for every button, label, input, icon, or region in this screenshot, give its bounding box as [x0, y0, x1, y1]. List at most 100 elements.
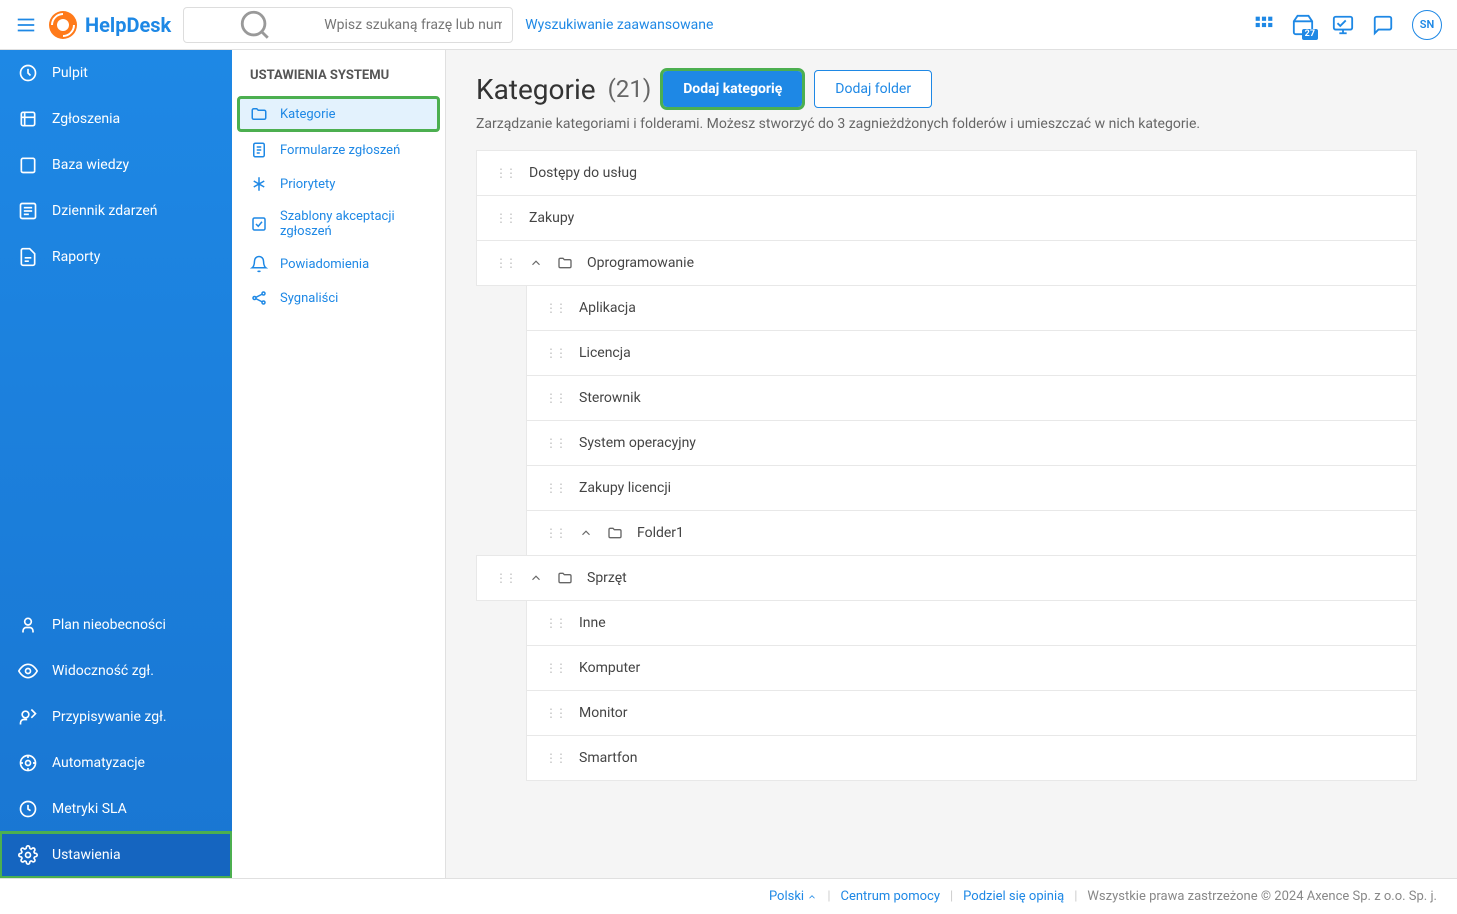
category-label: Inne — [579, 615, 606, 631]
category-row[interactable]: ⋮⋮ Sprzęt — [476, 555, 1417, 601]
sidebar-item-dziennik-zdarzeń[interactable]: Dziennik zdarzeń — [0, 188, 232, 234]
drag-handle-icon[interactable]: ⋮⋮ — [545, 481, 565, 495]
sidebar-item-baza-wiedzy[interactable]: Baza wiedzy — [0, 142, 232, 188]
drag-handle-icon[interactable]: ⋮⋮ — [545, 391, 565, 405]
category-label: Zakupy licencji — [579, 480, 671, 496]
category-label: Smartfon — [579, 750, 637, 766]
sidebar-item-ustawienia[interactable]: Ustawienia — [0, 832, 232, 878]
folder-icon — [557, 255, 573, 271]
category-label: Sprzęt — [587, 570, 627, 586]
drag-handle-icon[interactable]: ⋮⋮ — [495, 166, 515, 180]
feedback-link[interactable]: Podziel się opinią — [963, 889, 1064, 904]
settings-item-powiadomienia[interactable]: Powiadomienia — [232, 247, 445, 281]
inbox-icon[interactable]: 27 — [1292, 14, 1314, 36]
sidebar-icon — [18, 661, 38, 681]
category-row[interactable]: ⋮⋮ Dostępy do usług — [476, 150, 1417, 196]
drag-handle-icon[interactable]: ⋮⋮ — [545, 436, 565, 450]
settings-item-priorytety[interactable]: Priorytety — [232, 167, 445, 201]
category-row[interactable]: ⋮⋮ Smartfon — [526, 735, 1417, 781]
add-category-button[interactable]: Dodaj kategorię — [663, 71, 802, 107]
category-row[interactable]: ⋮⋮ Oprogramowanie — [476, 240, 1417, 286]
drag-handle-icon[interactable]: ⋮⋮ — [545, 301, 565, 315]
category-row[interactable]: ⋮⋮ Licencja — [526, 330, 1417, 376]
chat-icon[interactable] — [1372, 14, 1394, 36]
drag-handle-icon[interactable]: ⋮⋮ — [495, 571, 515, 585]
chevron-up-icon[interactable] — [529, 571, 543, 585]
drag-handle-icon[interactable]: ⋮⋮ — [495, 256, 515, 270]
category-label: Sterownik — [579, 390, 641, 406]
category-row[interactable]: ⋮⋮ System operacyjny — [526, 420, 1417, 466]
main-content: Kategorie (21) Dodaj kategorię Dodaj fol… — [446, 50, 1457, 878]
advanced-search-link[interactable]: Wyszukiwanie zaawansowane — [525, 17, 713, 33]
sidebar-item-raporty[interactable]: Raporty — [0, 234, 232, 280]
chevron-up-icon[interactable] — [529, 256, 543, 270]
category-row[interactable]: ⋮⋮Komputer — [526, 645, 1417, 691]
category-label: Zakupy — [529, 210, 574, 226]
settings-icon — [250, 215, 268, 233]
sidebar-item-pulpit[interactable]: Pulpit — [0, 50, 232, 96]
settings-icon — [250, 289, 268, 307]
inbox-badge: 27 — [1302, 29, 1318, 40]
monitor-icon[interactable] — [1332, 14, 1354, 36]
footer: Polski | Centrum pomocy | Podziel się op… — [0, 878, 1457, 914]
search-box[interactable] — [183, 7, 513, 43]
settings-item-sygnaliści[interactable]: Sygnaliści — [232, 281, 445, 315]
sidebar-item-automatyzacje[interactable]: Automatyzacje — [0, 740, 232, 786]
sidebar-item-zgłoszenia[interactable]: Zgłoszenia — [0, 96, 232, 142]
category-label: Licencja — [579, 345, 631, 361]
category-label: Oprogramowanie — [587, 255, 694, 271]
drag-handle-icon[interactable]: ⋮⋮ — [545, 661, 565, 675]
search-input[interactable] — [324, 17, 502, 33]
category-list: ⋮⋮ Dostępy do usług ⋮⋮ Zakupy ⋮⋮ Oprogramowan… — [476, 150, 1427, 858]
sidebar-icon — [18, 753, 38, 773]
sidebar-icon — [18, 63, 38, 83]
category-label: System operacyjny — [579, 435, 696, 451]
apps-grid-icon[interactable] — [1254, 15, 1274, 35]
category-row[interactable]: ⋮⋮Folder1 — [526, 510, 1417, 556]
language-selector[interactable]: Polski — [769, 889, 817, 904]
sidebar-icon — [18, 615, 38, 635]
sidebar-item-widoczność-zgł-[interactable]: Widoczność zgł. — [0, 648, 232, 694]
sidebar-icon — [18, 707, 38, 727]
help-center-link[interactable]: Centrum pomocy — [841, 889, 940, 904]
chevron-up-icon[interactable] — [579, 526, 593, 540]
sidebar-item-przypisywanie-zgł-[interactable]: Przypisywanie zgł. — [0, 694, 232, 740]
category-row[interactable]: ⋮⋮ Zakupy — [476, 195, 1417, 241]
category-label: Aplikacja — [579, 300, 636, 316]
app-name: HelpDesk — [85, 13, 171, 37]
settings-item-kategorie[interactable]: Kategorie — [238, 97, 439, 131]
logo[interactable]: HelpDesk — [49, 11, 171, 39]
settings-item-szablony-akceptacji-zgłoszeń[interactable]: Szablony akceptacji zgłoszeń — [232, 201, 445, 247]
drag-handle-icon[interactable]: ⋮⋮ — [545, 706, 565, 720]
hamburger-menu[interactable] — [15, 14, 37, 36]
drag-handle-icon[interactable]: ⋮⋮ — [545, 616, 565, 630]
user-avatar[interactable]: SN — [1412, 10, 1442, 40]
chevron-up-icon — [807, 892, 817, 902]
sidebar-icon — [18, 799, 38, 819]
category-row[interactable]: ⋮⋮Monitor — [526, 690, 1417, 736]
sidebar-icon — [18, 247, 38, 267]
drag-handle-icon[interactable]: ⋮⋮ — [495, 211, 515, 225]
category-row[interactable]: ⋮⋮ Aplikacja — [526, 285, 1417, 331]
settings-panel-title: USTAWIENIA SYSTEMU — [232, 68, 445, 95]
folder-icon — [557, 570, 573, 586]
category-row[interactable]: ⋮⋮ Zakupy licencji — [526, 465, 1417, 511]
copyright: Wszystkie prawa zastrzeżone © 2024 Axenc… — [1087, 889, 1437, 904]
add-folder-button[interactable]: Dodaj folder — [814, 70, 932, 108]
folder-icon — [607, 525, 623, 541]
drag-handle-icon[interactable]: ⋮⋮ — [545, 526, 565, 540]
settings-item-formularze-zgłoszeń[interactable]: Formularze zgłoszeń — [232, 133, 445, 167]
sidebar-item-plan-nieobecności[interactable]: Plan nieobecności — [0, 602, 232, 648]
topbar: HelpDesk Wyszukiwanie zaawansowane 27 SN — [0, 0, 1457, 50]
page-title: Kategorie — [476, 73, 596, 106]
page-count: (21) — [608, 75, 652, 103]
category-row[interactable]: ⋮⋮ Inne — [526, 600, 1417, 646]
sidebar-icon — [18, 845, 38, 865]
drag-handle-icon[interactable]: ⋮⋮ — [545, 751, 565, 765]
sidebar-item-metryki-sla[interactable]: Metryki SLA — [0, 786, 232, 832]
logo-icon — [49, 11, 77, 39]
category-row[interactable]: ⋮⋮ Sterownik — [526, 375, 1417, 421]
drag-handle-icon[interactable]: ⋮⋮ — [545, 346, 565, 360]
category-label: Dostępy do usług — [529, 165, 637, 181]
sidebar-icon — [18, 155, 38, 175]
